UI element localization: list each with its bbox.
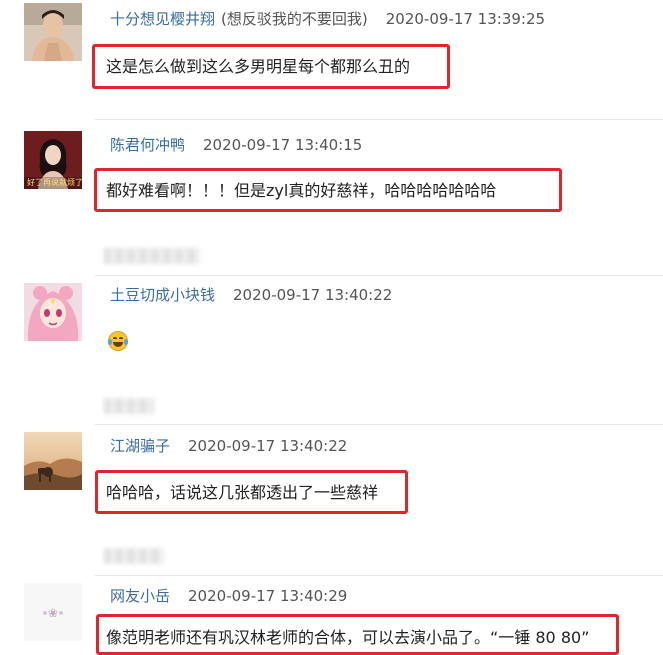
blurred-replies bbox=[104, 248, 200, 264]
username[interactable]: 十分想见樱井翔 bbox=[110, 10, 215, 28]
comment-text: 像范明老师还有巩汉林老师的合体，可以去演小品了。“一锤 80 80” bbox=[106, 628, 590, 647]
timestamp: 2020-09-17 13:40:22 bbox=[233, 286, 393, 304]
user-avatar[interactable]: 好了再说就烦了 bbox=[24, 131, 82, 189]
user-avatar[interactable] bbox=[24, 283, 82, 341]
user-avatar-man-photo-icon bbox=[24, 3, 82, 61]
comment-text: 哈哈哈，话说这几张都透出了一些慈祥 bbox=[106, 483, 379, 502]
blurred-replies bbox=[104, 548, 164, 564]
username[interactable]: 网友小岳 bbox=[110, 587, 170, 605]
avatar-caption: 好了再说就烦了 bbox=[27, 178, 82, 187]
comment-text: 都好难看啊！！！但是zyl真的好慈祥，哈哈哈哈哈哈哈 bbox=[106, 181, 497, 200]
user-avatar-anime-girl-icon bbox=[24, 283, 82, 341]
username[interactable]: 土豆切成小块钱 bbox=[110, 286, 215, 304]
timestamp: 2020-09-17 13:39:25 bbox=[385, 10, 546, 28]
laugh-cry-emoji-icon bbox=[108, 331, 128, 351]
comment-item: 十分想见樱井翔 (想反驳我的不要回我) 2020-09-17 13:39:25 这是… bbox=[0, 0, 663, 125]
user-avatar[interactable]: ❀ bbox=[24, 583, 82, 641]
blurred-replies bbox=[104, 398, 154, 414]
username[interactable]: 陈君何冲鸭 bbox=[110, 136, 185, 154]
user-avatar[interactable] bbox=[24, 432, 82, 490]
timestamp: 2020-09-17 13:40:22 bbox=[188, 437, 348, 455]
user-avatar-default-icon: ❀ bbox=[24, 583, 82, 641]
user-avatar[interactable] bbox=[24, 3, 82, 61]
username[interactable]: 江湖骗子 bbox=[110, 437, 170, 455]
svg-text:❀: ❀ bbox=[48, 606, 58, 620]
divider bbox=[95, 119, 663, 120]
user-note: (想反驳我的不要回我) bbox=[221, 10, 368, 28]
comment-list: 十分想见樱井翔 (想反驳我的不要回我) 2020-09-17 13:39:25 这是… bbox=[0, 0, 663, 655]
timestamp: 2020-09-17 13:40:29 bbox=[188, 587, 348, 605]
divider bbox=[95, 575, 663, 576]
comment-text: 这是怎么做到这么多男明星每个都那么丑的 bbox=[106, 57, 411, 76]
user-avatar-landscape-icon bbox=[24, 432, 82, 490]
divider bbox=[95, 424, 663, 425]
divider bbox=[95, 275, 663, 276]
timestamp: 2020-09-17 13:40:15 bbox=[203, 136, 363, 154]
